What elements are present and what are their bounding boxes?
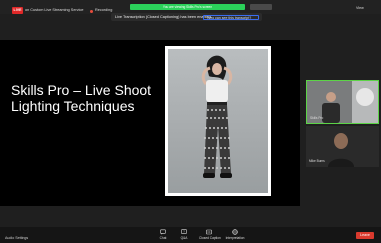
stream-status-label[interactable]: on Custom Live Streaming Service <box>25 8 83 12</box>
svg-text:CC: CC <box>207 231 211 234</box>
chat-icon <box>160 229 166 235</box>
participant-tile-active[interactable]: Skills Pro <box>306 80 379 124</box>
cc-icon: CC <box>206 229 212 235</box>
model-figure-icon <box>201 55 233 178</box>
recording-dot-icon <box>90 9 93 13</box>
qa-icon: ? <box>181 229 187 234</box>
interpretation-button[interactable]: Interpretation <box>225 229 245 243</box>
screen-share-banner: You are viewing Skills Pro's screen <box>130 4 245 10</box>
participant-name: Mike Bums <box>309 159 325 163</box>
interpretation-label: Interpretation <box>225 236 245 240</box>
slide-title: Skills Pro – Live Shoot Lighting Techniq… <box>11 82 152 114</box>
caption-notice: Live Transcription (Closed Captioning) h… <box>111 13 262 21</box>
live-badge[interactable]: LIVE <box>12 7 23 14</box>
caption-info-link[interactable]: Who can see this transcript? <box>203 14 259 20</box>
view-button[interactable]: View <box>356 5 370 11</box>
participant-tile[interactable]: Mike Bums <box>306 126 379 167</box>
participant-name: Skills Pro <box>310 116 324 120</box>
recording-label[interactable]: Recording <box>95 8 112 12</box>
qa-label: Q&A <box>180 236 188 240</box>
chat-button[interactable]: Chat <box>153 229 173 243</box>
closed-caption-label: Closed Caption <box>199 236 221 240</box>
chat-label: Chat <box>159 236 167 240</box>
closed-caption-button[interactable]: CC Closed Caption <box>199 229 221 243</box>
qa-button[interactable]: ? Q&A <box>174 229 194 243</box>
slide-photo <box>165 46 271 196</box>
leave-button[interactable]: Leave <box>356 232 374 239</box>
view-options-chip[interactable] <box>250 4 272 10</box>
audio-settings-button[interactable]: Audio Settings <box>5 236 28 240</box>
globe-icon <box>232 229 238 235</box>
svg-text:?: ? <box>183 230 185 234</box>
caption-notice-text: Live Transcription (Closed Captioning) h… <box>115 15 212 19</box>
